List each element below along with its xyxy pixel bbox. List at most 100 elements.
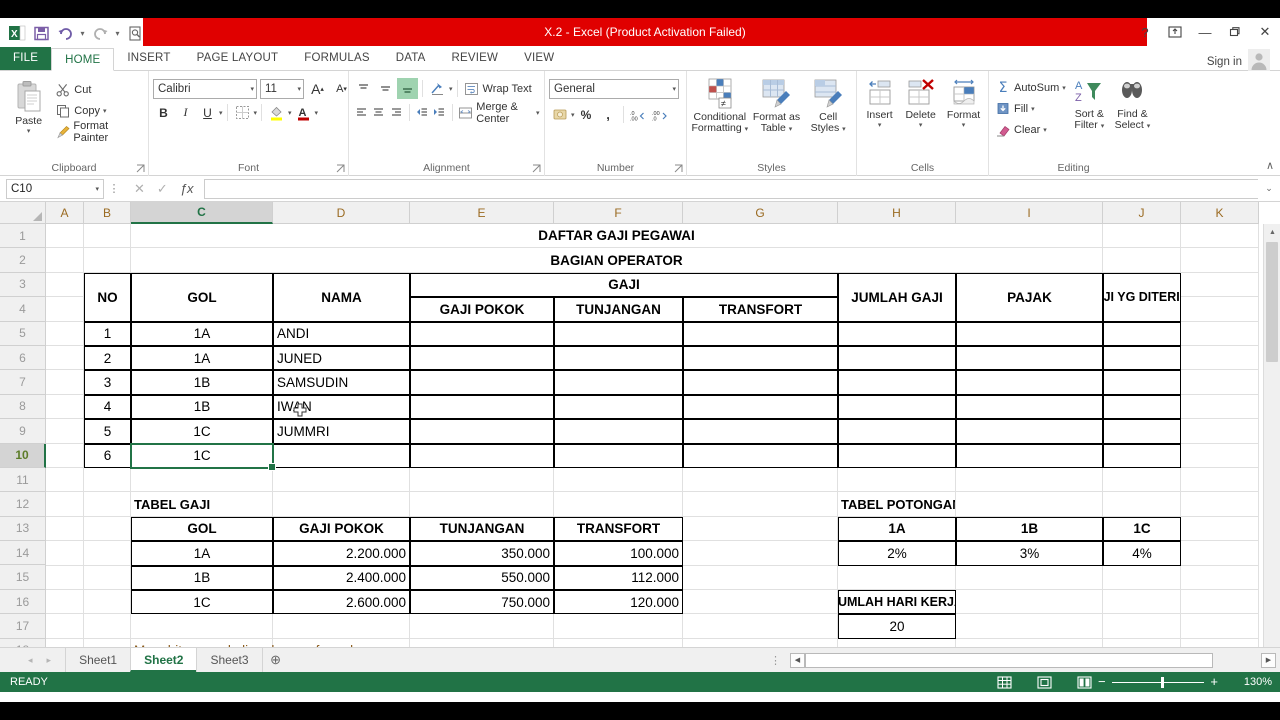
insert-function-icon[interactable]: ƒx [180, 181, 194, 196]
sal-header-transfort[interactable]: TRANSFORT [554, 516, 683, 542]
cell-tunjangan-7[interactable] [554, 370, 683, 395]
format-as-table-dropdown-icon[interactable]: ▾ [789, 126, 793, 133]
formula-input[interactable] [203, 178, 1258, 199]
cell-gaji-diterima-6[interactable] [1103, 346, 1181, 371]
font-color-icon[interactable]: A [293, 102, 314, 123]
cell-gaji-diterima-9[interactable] [1103, 419, 1181, 444]
font-dialog-launcher[interactable] [336, 164, 345, 173]
header-nama[interactable]: NAMA [273, 272, 410, 322]
autosum-dropdown-icon[interactable]: ▾ [1062, 84, 1066, 92]
cell-pajak-10[interactable] [956, 443, 1103, 468]
cell-jumlah-gaji-8[interactable] [838, 394, 956, 420]
sal-gaji-pokok-1B[interactable]: 2.400.000 [273, 565, 410, 590]
cell-area[interactable]: DAFTAR GAJI PEGAWAI BAGIAN OPERATOR NO GOL N… [46, 224, 1263, 647]
cell-transfort-7[interactable] [683, 370, 838, 395]
cancel-entry-icon[interactable]: ✕ [134, 181, 145, 197]
cell-K11[interactable] [1181, 468, 1259, 493]
row-header-13[interactable]: 13 [0, 516, 46, 542]
cell-no-8[interactable]: 4 [84, 394, 131, 420]
cell-gaji-pokok-6[interactable] [410, 346, 554, 371]
cell-no-7[interactable]: 3 [84, 370, 131, 395]
cell-K6[interactable] [1181, 346, 1259, 371]
sheet-tab-sheet2[interactable]: Sheet2 [130, 647, 197, 672]
scroll-right-icon[interactable]: ▶ [1261, 652, 1276, 668]
insert-dropdown-icon[interactable]: ▾ [878, 121, 882, 129]
cell-A15[interactable] [46, 565, 84, 590]
row-header-18[interactable]: 18 [0, 638, 46, 647]
cell-K18[interactable] [1181, 638, 1259, 647]
cell-J17[interactable] [1103, 614, 1181, 639]
cell-G16[interactable] [683, 590, 838, 615]
sal-header-gol[interactable]: GOL [131, 516, 273, 542]
normal-view-icon[interactable] [996, 675, 1012, 689]
header-gaji-pokok[interactable]: GAJI POKOK [410, 297, 554, 322]
format-as-table-button[interactable]: Format as Table ▾ [751, 78, 803, 135]
header-no[interactable]: NO [84, 272, 131, 322]
header-gaji-group[interactable]: GAJI [410, 272, 838, 298]
tax-value-1b[interactable]: 3% [956, 541, 1103, 566]
cell-J12[interactable] [1103, 492, 1181, 517]
cell-K10[interactable] [1181, 443, 1259, 468]
cell-B17[interactable] [84, 614, 131, 639]
row-header-9[interactable]: 9 [0, 419, 46, 444]
row-header-2[interactable]: 2 [0, 248, 46, 273]
cell-K13[interactable] [1181, 516, 1259, 542]
page-layout-view-icon[interactable] [1036, 675, 1052, 689]
fill-color-dropdown-icon[interactable]: ▾ [288, 109, 292, 117]
cell-A17[interactable] [46, 614, 84, 639]
row-header-3[interactable]: 3 [0, 272, 46, 298]
redo-icon[interactable] [89, 22, 111, 44]
cell-nama-10[interactable] [273, 443, 410, 468]
font-family-select[interactable]: Calibri ▾ [153, 78, 257, 99]
cell-no-6[interactable]: 2 [84, 346, 131, 371]
cell-A14[interactable] [46, 541, 84, 566]
expand-formula-bar-icon[interactable]: ⌄ [1258, 183, 1280, 194]
tab-review[interactable]: REVIEW [439, 47, 512, 70]
sheet-split-grip[interactable]: ⋮ [770, 654, 781, 667]
increase-decimal-icon[interactable]: .0.00 [628, 104, 649, 125]
percent-style-button[interactable]: % [576, 104, 597, 125]
cell-gol-8[interactable]: 1B [131, 394, 273, 420]
sal-tunjangan-1B[interactable]: 550.000 [410, 565, 554, 590]
cell-tunjangan-5[interactable] [554, 321, 683, 346]
row-header-17[interactable]: 17 [0, 614, 46, 639]
sign-in-link[interactable]: Sign in [1207, 56, 1242, 68]
orientation-icon[interactable] [427, 78, 448, 99]
insert-cells-button[interactable]: Insert ▾ [861, 78, 898, 129]
column-header-k[interactable]: K [1181, 202, 1259, 224]
cell-nama-6[interactable]: JUNED [273, 346, 410, 371]
cell-A8[interactable] [46, 394, 84, 420]
cell-I18[interactable] [956, 638, 1103, 647]
cell-I16[interactable] [956, 590, 1103, 615]
find-select-button[interactable]: Find & Select ▾ [1111, 77, 1154, 132]
tab-home[interactable]: HOME [51, 48, 115, 71]
scroll-up-icon[interactable]: ▲ [1264, 224, 1280, 241]
sal-transfort-1A[interactable]: 100.000 [554, 541, 683, 566]
cut-button[interactable]: Cut [53, 79, 144, 100]
cell-B11[interactable] [84, 468, 131, 493]
clear-dropdown-icon[interactable]: ▾ [1043, 126, 1047, 134]
cell-transfort-5[interactable] [683, 321, 838, 346]
tax-value-1a[interactable]: 2% [838, 541, 956, 566]
sheet-tab-sheet1[interactable]: Sheet1 [65, 647, 131, 672]
sal-tunjangan-1C[interactable]: 750.000 [410, 590, 554, 615]
cell-pajak-9[interactable] [956, 419, 1103, 444]
tax-header-1b[interactable]: 1B [956, 516, 1103, 542]
cell-A4[interactable] [46, 297, 84, 322]
cell-jumlah-gaji-10[interactable] [838, 443, 956, 468]
label-tabel-gaji[interactable]: TABEL GAJI [131, 492, 273, 517]
cell-J18[interactable] [1103, 638, 1181, 647]
tax-header-1c[interactable]: 1C [1103, 516, 1181, 542]
cell-K4[interactable] [1181, 297, 1259, 322]
format-cells-button[interactable]: Format ▾ [943, 78, 984, 129]
sal-gaji-pokok-1C[interactable]: 2.600.000 [273, 590, 410, 615]
cell-E12[interactable] [410, 492, 554, 517]
label-tabel-potongan-pajak[interactable]: TABEL POTONGAN PAJAK [838, 492, 956, 517]
cell-gaji-diterima-7[interactable] [1103, 370, 1181, 395]
cell-transfort-10[interactable] [683, 443, 838, 468]
accounting-dropdown-icon[interactable]: ▾ [571, 111, 575, 119]
zoom-track[interactable] [1111, 676, 1205, 688]
decrease-decimal-icon[interactable]: .00.0 [650, 104, 671, 125]
cell-G17[interactable] [683, 614, 838, 639]
cell-gol-10[interactable]: 1C [131, 443, 273, 468]
